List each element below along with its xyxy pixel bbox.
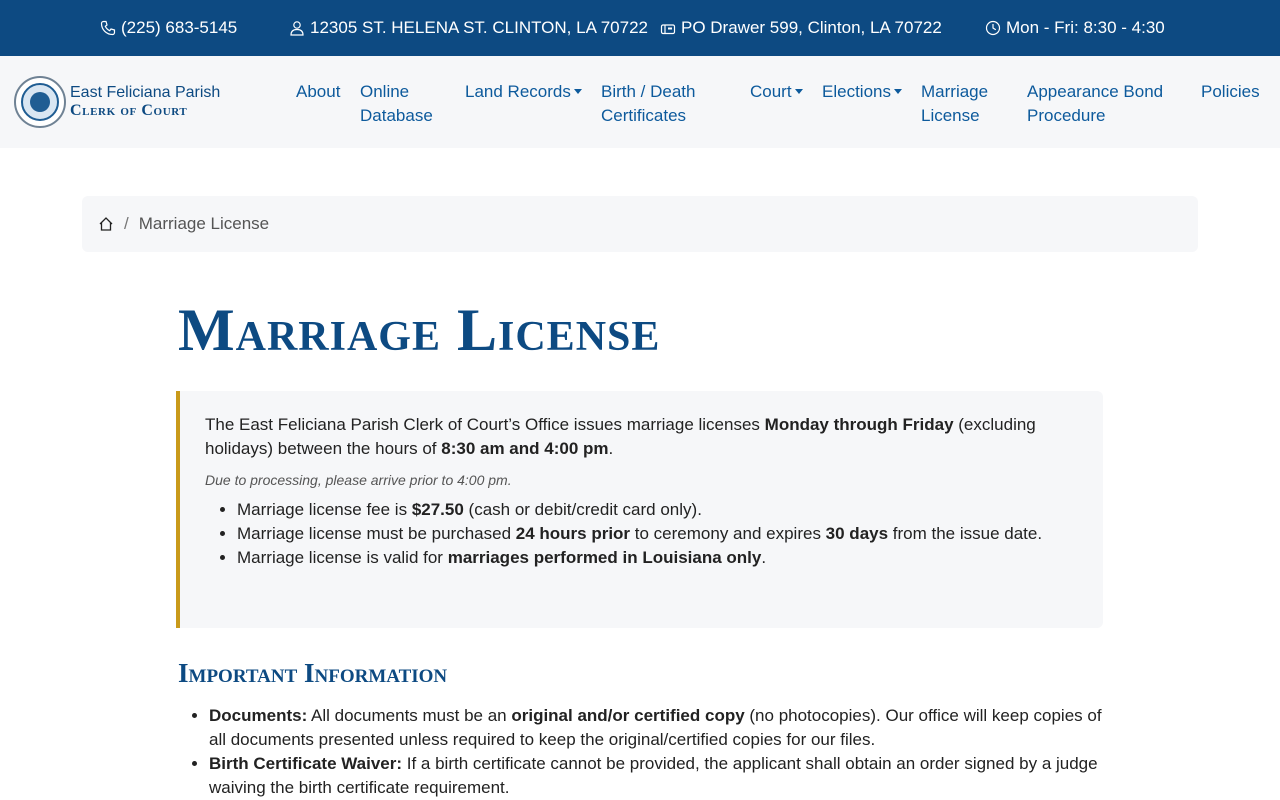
top-info-bar: (225) 683-5145 12305 ST. HELENA ST. CLIN… bbox=[0, 0, 1280, 56]
nav-birth-death-line-2: Certificates bbox=[601, 106, 687, 125]
nav-court-label: Court bbox=[750, 82, 792, 101]
street-address: 12305 ST. HELENA ST. CLINTON, LA 70722 bbox=[310, 18, 648, 37]
nav-land-records-label: Land Records bbox=[465, 82, 571, 101]
address-contact: 12305 ST. HELENA ST. CLINTON, LA 70722 bbox=[289, 0, 648, 56]
list-item-documents: Documents: All documents must be an orig… bbox=[209, 704, 1109, 752]
nav-marriage-line-1: Marriage bbox=[921, 82, 989, 101]
office-hours: Mon - Fri: 8:30 - 4:30 bbox=[1006, 18, 1165, 37]
list-item-purchase: Marriage license must be purchased 24 ho… bbox=[237, 522, 1079, 546]
home-icon bbox=[99, 217, 113, 231]
list-item-birth-certificate-waiver: Birth Certificate Waiver: If a birth cer… bbox=[209, 752, 1109, 800]
breadcrumb: / Marriage License bbox=[82, 196, 1198, 252]
breadcrumb-current: Marriage License bbox=[138, 214, 270, 233]
breadcrumb-separator: / bbox=[124, 214, 129, 233]
caret-down-icon bbox=[893, 89, 902, 94]
page-title: Marriage License bbox=[178, 297, 661, 363]
nav-birth-death-certificates[interactable]: Birth / Death Certificates bbox=[601, 80, 696, 128]
nav-online-database[interactable]: Online Database bbox=[360, 80, 433, 128]
clock-icon bbox=[985, 20, 1001, 36]
list-item-fee: Marriage license fee is $27.50 (cash or … bbox=[237, 498, 1079, 522]
main-navbar: East Feliciana Parish Clerk of Court Abo… bbox=[0, 56, 1280, 148]
phone-contact[interactable]: (225) 683-5145 bbox=[100, 0, 237, 56]
nav-court-dropdown[interactable]: Court bbox=[750, 80, 803, 104]
parish-seal-icon bbox=[14, 76, 66, 128]
nav-policies[interactable]: Policies bbox=[1201, 80, 1260, 104]
callout-list: Marriage license fee is $27.50 (cash or … bbox=[237, 498, 1079, 570]
callout-intro: The East Feliciana Parish Clerk of Court… bbox=[205, 415, 1036, 458]
nav-elections-dropdown[interactable]: Elections bbox=[822, 80, 902, 104]
brand-logo-link[interactable]: East Feliciana Parish Clerk of Court bbox=[14, 76, 220, 128]
callout-note: Due to processing, please arrive prior t… bbox=[205, 472, 512, 488]
phone-icon bbox=[100, 20, 116, 36]
brand-line-1: East Feliciana Parish bbox=[70, 84, 221, 101]
nav-appearance-line-1: Appearance Bond bbox=[1027, 82, 1164, 101]
mailing-contact: PO Drawer 599, Clinton, LA 70722 bbox=[660, 0, 942, 56]
person-icon bbox=[290, 21, 304, 36]
nav-policies-label: Policies bbox=[1201, 82, 1260, 101]
list-item-valid: Marriage license is valid for marriages … bbox=[237, 546, 1079, 570]
brand-text: East Feliciana Parish Clerk of Court bbox=[70, 84, 220, 120]
nav-appearance-line-2: Procedure bbox=[1027, 106, 1106, 125]
nav-about-label: About bbox=[296, 82, 341, 101]
nav-marriage-line-2: License bbox=[921, 106, 980, 125]
phone-number: (225) 683-5145 bbox=[121, 18, 238, 37]
nav-land-records-dropdown[interactable]: Land Records bbox=[465, 80, 582, 104]
nav-about[interactable]: About bbox=[296, 80, 340, 104]
caret-down-icon bbox=[794, 89, 803, 94]
important-info-list: Documents: All documents must be an orig… bbox=[209, 704, 1109, 800]
nav-online-database-line-2: Database bbox=[360, 106, 433, 125]
breadcrumb-home-link[interactable] bbox=[98, 216, 114, 232]
mailbox-icon bbox=[660, 24, 676, 35]
important-info-heading: Important Information bbox=[178, 658, 448, 688]
brand-line-2: Clerk of Court bbox=[70, 102, 188, 119]
nav-online-database-line-1: Online bbox=[360, 82, 410, 101]
nav-marriage-license[interactable]: Marriage License bbox=[921, 80, 988, 128]
nav-elections-label: Elections bbox=[822, 82, 891, 101]
mailing-address: PO Drawer 599, Clinton, LA 70722 bbox=[681, 18, 942, 37]
hours-callout: The East Feliciana Parish Clerk of Court… bbox=[176, 391, 1103, 628]
nav-appearance-bond[interactable]: Appearance Bond Procedure bbox=[1027, 80, 1163, 128]
caret-down-icon bbox=[573, 89, 582, 94]
hours-contact: Mon - Fri: 8:30 - 4:30 bbox=[985, 0, 1165, 56]
nav-birth-death-line-1: Birth / Death bbox=[601, 82, 696, 101]
